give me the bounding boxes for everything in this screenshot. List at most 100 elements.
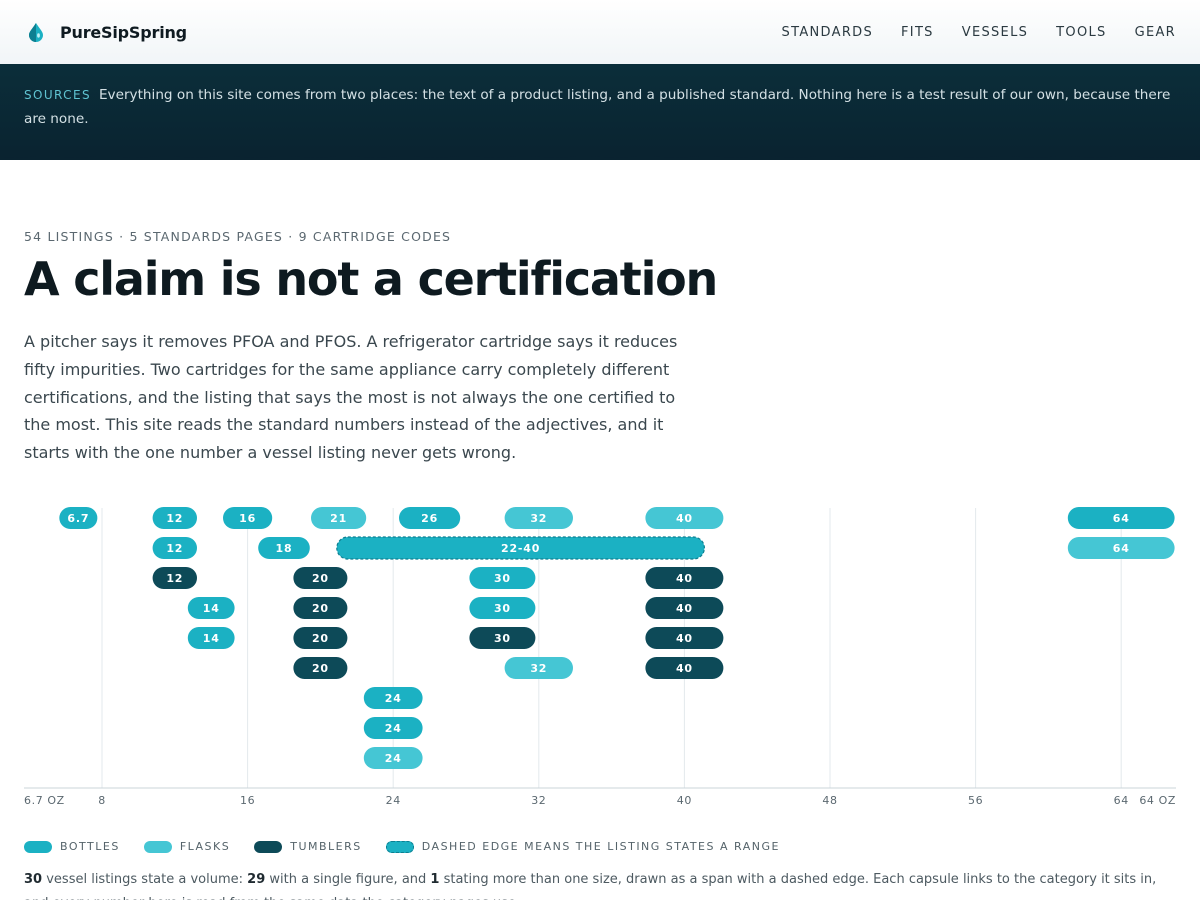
site-header: PureSipSpring STANDARDS FITS VESSELS TOO…	[0, 0, 1200, 64]
nav-tools[interactable]: TOOLS	[1056, 25, 1106, 40]
sources-label: SOURCES	[24, 88, 91, 102]
capsule-label: 18	[276, 542, 293, 555]
x-tick-32: 32	[531, 794, 546, 807]
capsule-tumbler-40[interactable]: 40	[645, 567, 724, 589]
capsule-bottle-18[interactable]: 18	[258, 537, 310, 559]
nav-standards[interactable]: STANDARDS	[782, 25, 873, 40]
chart-legend: BOTTLES FLASKS TUMBLERS DASHED EDGE MEAN…	[24, 840, 780, 853]
capsule-label: 40	[676, 632, 693, 645]
page-title: A claim is not a certification	[24, 252, 718, 306]
sources-body: Everything on this site comes from two p…	[24, 87, 1171, 127]
capsule-label: 64	[1113, 512, 1130, 525]
legend-tumblers-label: TUMBLERS	[290, 840, 362, 853]
capsule-tumbler-20[interactable]: 20	[293, 597, 348, 619]
capsule-label: 30	[494, 602, 511, 615]
capsule-label: 20	[312, 662, 329, 675]
capsule-label: 22-40	[501, 542, 540, 555]
capsule-bottle-30[interactable]: 30	[469, 567, 536, 589]
capsule-label: 40	[676, 602, 693, 615]
capsule-flask-24[interactable]: 24	[363, 747, 423, 769]
nav-fits[interactable]: FITS	[901, 25, 934, 40]
chart-x-axis: 8 16 24 32 40 48 56 64 6.7 OZ 64 OZ	[24, 787, 1176, 807]
capsule-label: 24	[385, 752, 402, 765]
brand-link[interactable]: PureSipSpring	[24, 20, 187, 44]
sources-banner: SOURCES Everything on this site comes fro…	[0, 64, 1200, 160]
legend-range-label: DASHED EDGE MEANS THE LISTING STATES A R…	[421, 840, 780, 853]
nav-gear[interactable]: GEAR	[1135, 25, 1176, 40]
brand-name: PureSipSpring	[60, 22, 187, 42]
note-single: 29	[247, 872, 266, 887]
capsule-label: 16	[239, 512, 256, 525]
capsule-tumbler-20[interactable]: 20	[293, 627, 348, 649]
capsule-label: 20	[312, 632, 329, 645]
main-nav: STANDARDS FITS VESSELS TOOLS GEAR	[754, 0, 1176, 64]
note-text-1: vessel listings state a volume:	[42, 872, 248, 887]
capsule-tumbler-20[interactable]: 20	[293, 657, 348, 679]
chart-capsules: 6.7 12 16 21 26 32 40 64 12 18 22-40 64 12 20 30 40 14 20…	[59, 507, 1175, 769]
capsule-bottle-24[interactable]: 24	[363, 687, 423, 709]
note-total: 30	[24, 872, 43, 887]
intro-paragraph: A pitcher says it removes PFOA and PFOS.…	[24, 332, 678, 463]
capsule-label: 24	[385, 692, 402, 705]
capsule-bottle-6.7[interactable]: 6.7	[59, 507, 98, 529]
capsule-flask-64[interactable]: 64	[1067, 537, 1175, 559]
capsule-label: 40	[676, 572, 693, 585]
nav-vessels[interactable]: VESSELS	[962, 25, 1028, 40]
capsule-bottle-14[interactable]: 14	[187, 627, 235, 649]
capsule-label: 14	[203, 602, 220, 615]
capsule-label: 40	[676, 512, 693, 525]
capsule-label: 30	[494, 572, 511, 585]
sources-text: SOURCES Everything on this site comes fro…	[24, 83, 1176, 131]
capsule-label: 12	[166, 542, 183, 555]
capsule-flask-21[interactable]: 21	[311, 507, 367, 529]
capsule-bottle-16[interactable]: 16	[223, 507, 273, 529]
capsule-label: 40	[676, 662, 693, 675]
capsule-label: 32	[530, 662, 547, 675]
vessel-volume-chart: 6.7 12 16 21 26 32 40 64 12 18 22-40 64 12 20 30 40 14 20…	[24, 507, 1176, 807]
x-axis-max-label: 64 OZ	[1139, 794, 1176, 807]
note-text-2: with a single figure, and	[265, 872, 431, 887]
capsule-label: 12	[166, 512, 183, 525]
capsule-label: 32	[530, 512, 547, 525]
capsule-flask-32[interactable]: 32	[504, 507, 573, 529]
capsule-tumbler-40[interactable]: 40	[645, 597, 724, 619]
capsule-tumbler-40[interactable]: 40	[645, 627, 724, 649]
capsule-flask-40[interactable]: 40	[645, 507, 724, 529]
legend-bottles-swatch	[24, 840, 52, 853]
capsule-label: 14	[203, 632, 220, 645]
x-tick-40: 40	[677, 794, 692, 807]
x-tick-24: 24	[386, 794, 401, 807]
capsule-bottle-12[interactable]: 12	[152, 507, 197, 529]
capsule-label: 20	[312, 572, 329, 585]
x-tick-48: 48	[822, 794, 837, 807]
capsule-bottle-30[interactable]: 30	[469, 597, 536, 619]
capsule-bottle-64[interactable]: 64	[1067, 507, 1175, 529]
legend-tumblers-swatch	[254, 840, 283, 853]
legend-range-swatch	[385, 840, 414, 853]
capsule-tumbler-12[interactable]: 12	[152, 567, 197, 589]
capsule-bottle-14[interactable]: 14	[187, 597, 235, 619]
legend-tumblers: TUMBLERS	[254, 840, 362, 853]
capsule-tumbler-20[interactable]: 20	[293, 567, 348, 589]
x-axis-min-label: 6.7 OZ	[24, 794, 65, 807]
x-tick-64: 64	[1114, 794, 1129, 807]
capsule-bottle-12[interactable]: 12	[152, 537, 197, 559]
capsule-label: 21	[330, 512, 347, 525]
capsule-tumbler-30[interactable]: 30	[469, 627, 536, 649]
stats-kicker: 54 LISTINGS · 5 STANDARDS PAGES · 9 CART…	[24, 229, 452, 244]
capsule-tumbler-40[interactable]: 40	[645, 657, 724, 679]
x-tick-56: 56	[968, 794, 983, 807]
legend-range: DASHED EDGE MEANS THE LISTING STATES A R…	[385, 840, 780, 853]
capsule-bottle-24[interactable]: 24	[363, 717, 423, 739]
capsule-label: 12	[166, 572, 183, 585]
x-tick-8: 8	[98, 794, 106, 807]
water-drop-icon	[24, 20, 48, 44]
legend-flasks-label: FLASKS	[179, 840, 231, 853]
banner-wave-edge	[0, 150, 1200, 158]
capsule-bottle-26[interactable]: 26	[399, 507, 461, 529]
legend-flasks: FLASKS	[143, 840, 231, 853]
legend-flasks-swatch	[143, 840, 172, 853]
capsule-flask-32[interactable]: 32	[504, 657, 573, 679]
capsule-bottle-22-40[interactable]: 22-40	[336, 536, 705, 560]
legend-bottles: BOTTLES	[24, 840, 120, 853]
